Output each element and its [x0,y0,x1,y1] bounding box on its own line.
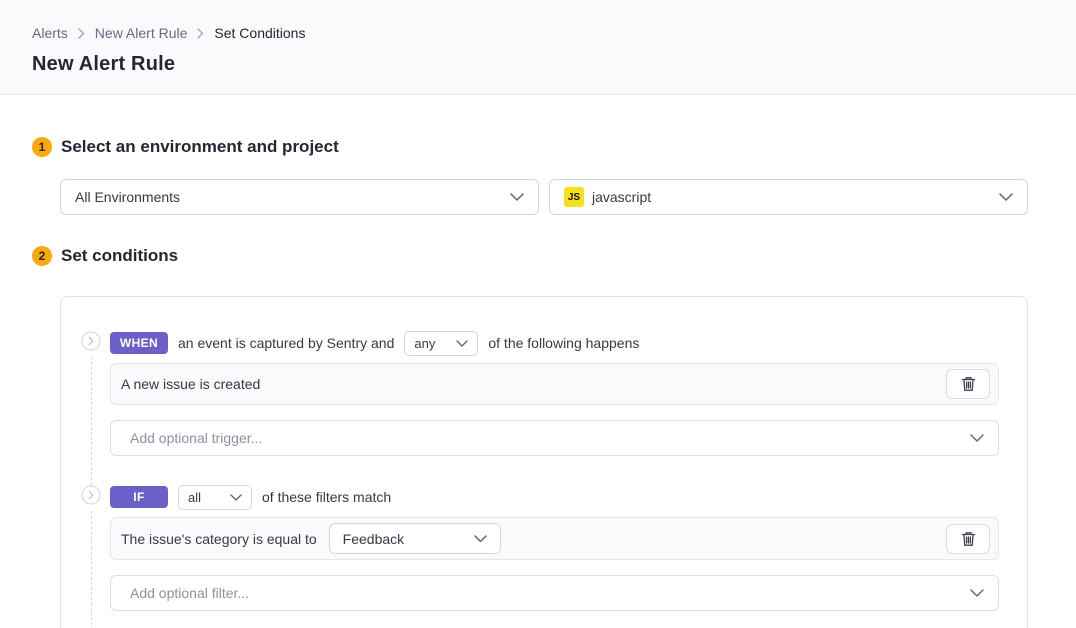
chevron-right-icon [78,28,85,39]
add-filter-select[interactable]: Add optional filter... [110,575,999,611]
step1-number-badge: 1 [32,137,52,157]
when-text-after: of the following happens [488,335,639,351]
delete-trigger-button[interactable] [946,369,990,399]
step2-heading: 2 Set conditions [32,246,1076,266]
filter-rule-label: The issue's category is equal to [121,531,317,547]
page-title: New Alert Rule [32,53,1044,76]
when-section: WHEN an event is captured by Sentry and … [81,331,999,485]
add-trigger-select[interactable]: Add optional trigger... [110,420,999,456]
project-select-value: javascript [592,189,651,205]
if-section: IF all of these filters match The issue'… [81,485,999,628]
step1-heading: 1 Select an environment and project [32,137,1076,157]
chevron-down-icon [230,494,242,501]
filter-rule-row: The issue's category is equal to Feedbac… [110,517,999,560]
step-connector-line [91,511,92,628]
chevron-down-icon [474,535,487,543]
environment-project-row: All Environments JS javascript [60,179,1028,215]
breadcrumb-set-conditions: Set Conditions [214,25,305,41]
chevron-down-icon [510,193,524,201]
when-text-before: an event is captured by Sentry and [178,335,394,351]
if-gutter [81,485,101,628]
node-chevron-circle-icon [81,331,101,351]
chevron-right-icon [197,28,204,39]
breadcrumb-alerts[interactable]: Alerts [32,25,68,41]
step2-number-badge: 2 [32,246,52,266]
environment-select-value: All Environments [75,189,180,205]
step1-title: Select an environment and project [61,137,339,157]
when-gutter [81,331,101,485]
step-connector-line [91,357,92,485]
if-match-value: all [188,490,201,505]
page-header: Alerts New Alert Rule Set Conditions New… [0,0,1076,95]
trash-icon [961,531,976,547]
step2-title: Set conditions [61,246,178,266]
trigger-rule-row: A new issue is created [110,363,999,405]
breadcrumb-new-alert-rule[interactable]: New Alert Rule [95,25,188,41]
chevron-down-icon [970,589,984,597]
environment-select[interactable]: All Environments [60,179,539,215]
filter-category-value: Feedback [343,531,404,547]
if-header: IF all of these filters match [110,485,999,509]
project-select[interactable]: JS javascript [549,179,1028,215]
filter-category-select[interactable]: Feedback [329,523,501,554]
conditions-panel: WHEN an event is captured by Sentry and … [60,296,1028,628]
chevron-down-icon [456,340,468,347]
trigger-rule-label: A new issue is created [121,376,260,392]
add-trigger-placeholder: Add optional trigger... [130,430,262,446]
delete-filter-button[interactable] [946,524,990,554]
javascript-platform-icon: JS [564,187,584,207]
chevron-down-icon [970,434,984,442]
if-text-after: of these filters match [262,489,391,505]
if-match-select[interactable]: all [178,485,252,510]
add-filter-placeholder: Add optional filter... [130,585,249,601]
when-badge: WHEN [110,332,168,354]
trash-icon [961,376,976,392]
when-match-value: any [414,336,435,351]
when-header: WHEN an event is captured by Sentry and … [110,331,999,355]
chevron-down-icon [999,193,1013,201]
node-chevron-circle-icon [81,485,101,505]
breadcrumb: Alerts New Alert Rule Set Conditions [32,25,1044,41]
if-badge: IF [110,486,168,508]
when-match-select[interactable]: any [404,331,478,356]
